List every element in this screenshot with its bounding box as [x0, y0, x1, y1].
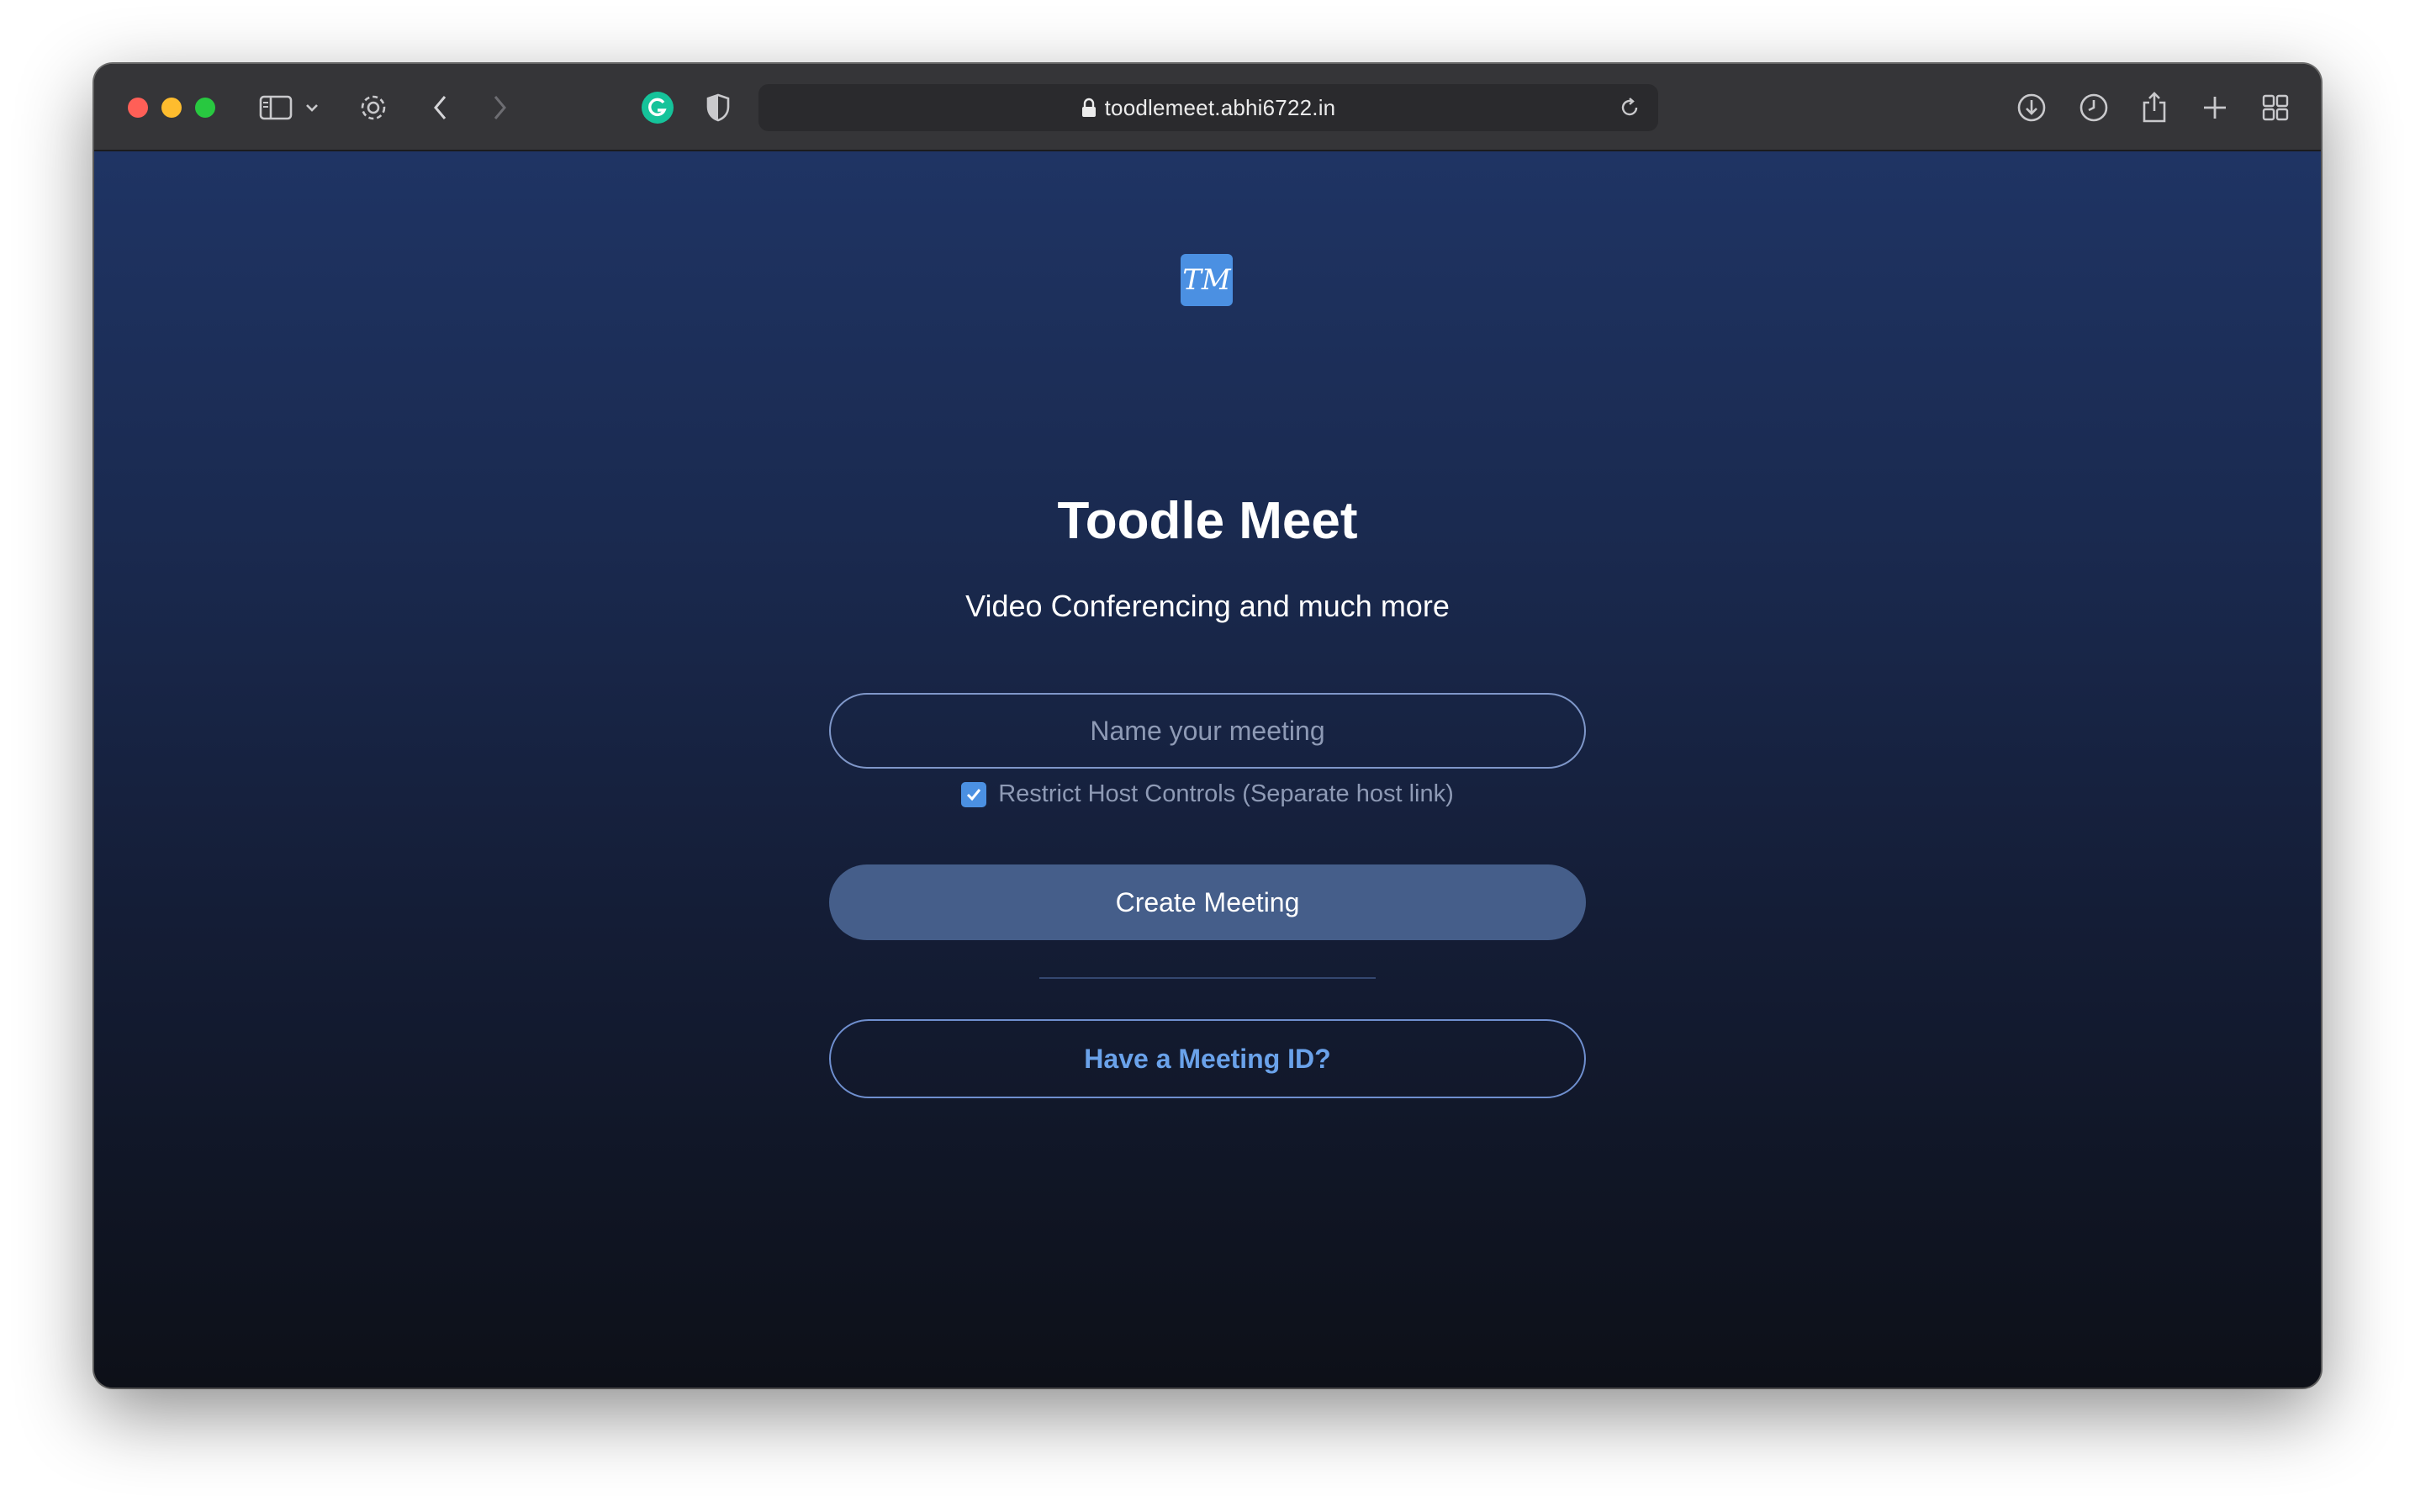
history-icon[interactable] [2075, 89, 2112, 126]
share-icon[interactable] [2136, 89, 2173, 126]
tab-overview-icon[interactable] [2257, 89, 2294, 126]
reload-icon[interactable] [1616, 94, 1643, 121]
new-tab-icon[interactable] [2196, 89, 2233, 126]
restrict-host-row[interactable]: Restrict Host Controls (Separate host li… [94, 780, 2321, 808]
checkmark-icon [967, 788, 981, 801]
shield-icon[interactable] [700, 89, 737, 126]
grammarly-icon[interactable] [639, 89, 676, 126]
browser-window: toodlemeet.abhi6722.in TM Toodle Meet Vi… [94, 64, 2321, 1388]
gear-icon[interactable] [355, 89, 392, 126]
divider [1039, 977, 1376, 979]
lock-icon [1081, 98, 1097, 118]
download-icon[interactable] [2013, 89, 2050, 126]
zoom-window-button[interactable] [195, 98, 215, 118]
minimize-window-button[interactable] [161, 98, 182, 118]
back-icon[interactable] [422, 89, 459, 126]
app-logo[interactable]: TM [1181, 254, 1233, 306]
have-meeting-id-button[interactable]: Have a Meeting ID? [829, 1019, 1586, 1098]
meeting-name-input[interactable] [829, 693, 1586, 769]
page-subtitle: Video Conferencing and much more [965, 589, 1450, 623]
restrict-host-checkbox[interactable] [961, 781, 987, 807]
restrict-host-label: Restrict Host Controls (Separate host li… [998, 780, 1454, 807]
sidebar-icon[interactable] [257, 89, 294, 126]
browser-toolbar: toodlemeet.abhi6722.in [94, 64, 2321, 151]
close-window-button[interactable] [128, 98, 148, 118]
create-meeting-button[interactable]: Create Meeting [829, 864, 1586, 940]
url-text: toodlemeet.abhi6722.in [1104, 94, 1336, 120]
page-content: TM Toodle Meet Video Conferencing and mu… [94, 151, 2321, 1388]
page-title: Toodle Meet [1057, 492, 1358, 550]
chevron-down-icon[interactable] [299, 89, 325, 126]
address-bar[interactable]: toodlemeet.abhi6722.in [758, 84, 1658, 131]
forward-icon[interactable] [481, 89, 518, 126]
